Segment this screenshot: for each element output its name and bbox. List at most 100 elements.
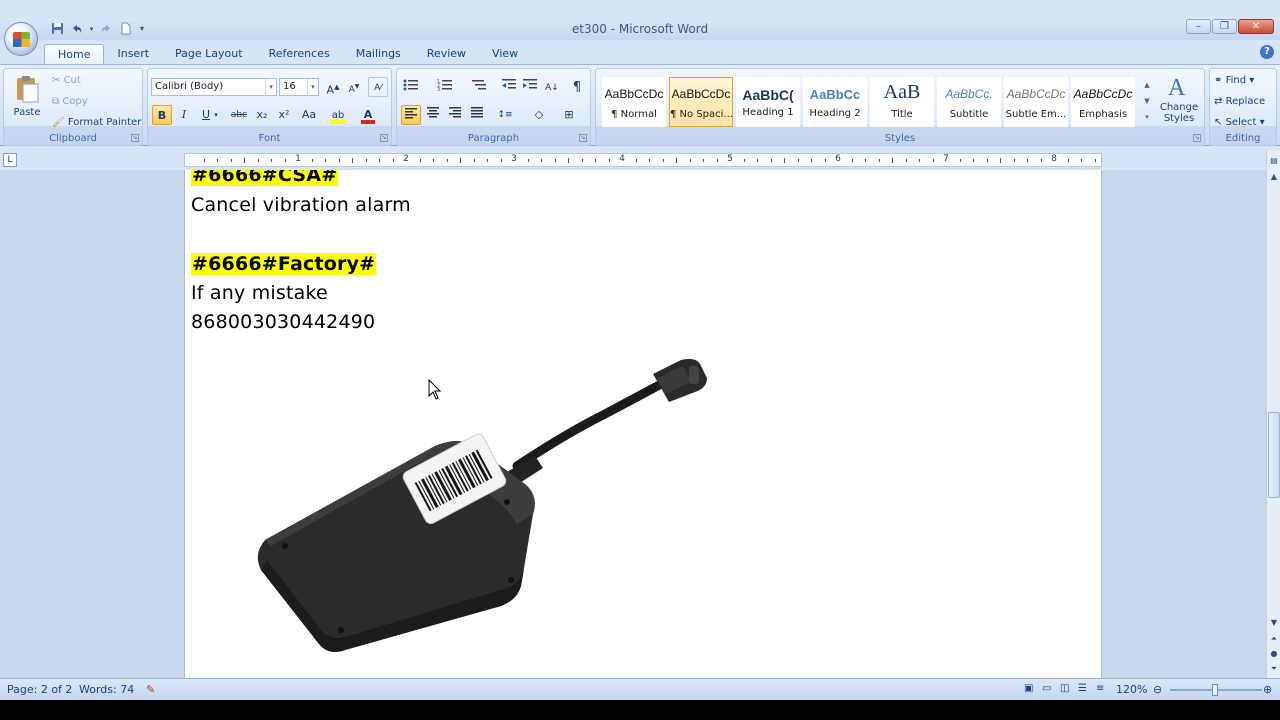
word-count[interactable]: Words: 74 [79, 683, 134, 696]
strikethrough-button[interactable]: abc [228, 105, 250, 125]
paragraph-launcher-icon[interactable]: ↘ [579, 134, 587, 142]
borders-button[interactable]: ⊞ [559, 105, 579, 125]
zoom-level[interactable]: 120% [1116, 683, 1147, 696]
paragraph-group-label: Paragraph [467, 133, 520, 144]
scroll-up-icon[interactable]: ▲ [1268, 170, 1280, 183]
office-button[interactable] [4, 22, 38, 56]
next-page-icon[interactable]: ⏷ [1268, 662, 1280, 675]
style-subtle-emphasis[interactable]: AaBbCcDc Subtle Em... [1004, 77, 1068, 127]
align-left-button[interactable] [401, 105, 421, 125]
multilevel-list-button[interactable] [469, 78, 489, 98]
tab-mailings[interactable]: Mailings [343, 44, 414, 65]
previous-page-icon[interactable]: ⏶ [1268, 632, 1280, 645]
screen-bottom-edge [0, 700, 1280, 720]
tab-home[interactable]: Home [44, 44, 105, 65]
clipboard-group-label: Clipboard [49, 133, 97, 144]
bullets-button[interactable] [401, 78, 421, 98]
full-screen-reading-view-icon[interactable]: ▭ [1042, 683, 1051, 694]
underline-dropdown-icon[interactable]: ▾ [212, 105, 220, 125]
find-button[interactable]: ⚭ Find ▾ [1214, 75, 1254, 86]
close-icon[interactable]: ✕ [1238, 19, 1274, 34]
paste-button[interactable]: Paste [8, 73, 46, 129]
font-launcher-icon[interactable]: ↘ [380, 134, 388, 142]
decrease-indent-button[interactable] [499, 78, 519, 98]
font-name-combo[interactable]: Calibri (Body) ▾ [151, 78, 277, 96]
cut-button[interactable]: ✂ Cut [52, 75, 81, 86]
select-button[interactable]: ↖ Select ▾ [1214, 117, 1265, 128]
draft-view-icon[interactable]: ≡ [1096, 683, 1104, 694]
style-preview: AaBbC( [742, 87, 794, 103]
zoom-out-icon[interactable]: ⊖ [1153, 683, 1162, 696]
style-heading-1[interactable]: AaBbC( Heading 1 [736, 77, 800, 127]
document-page[interactable]: #6666#CSA# Cancel vibration alarm #6666#… [184, 170, 1102, 678]
shading-button[interactable]: ◇ [529, 105, 549, 125]
font-size-combo[interactable]: 16 ▾ [279, 78, 319, 96]
browse-object-icon[interactable]: ● [1268, 647, 1280, 660]
align-right-button[interactable] [445, 105, 465, 125]
styles-launcher-icon[interactable]: ↘ [1193, 134, 1201, 142]
line-spacing-button[interactable]: ↕≡ [495, 105, 515, 125]
shrink-font-button[interactable]: A▼ [344, 77, 364, 97]
subscript-button[interactable]: x₂ [252, 105, 272, 125]
style-no-spacing[interactable]: AaBbCcDc ¶ No Spaci... [669, 77, 733, 127]
zoom-slider[interactable] [1170, 684, 1262, 696]
grow-font-button[interactable]: A▲ [323, 77, 343, 97]
style-title[interactable]: AaB Title [870, 77, 934, 127]
numbering-icon: 123 [437, 79, 452, 93]
font-group: Calibri (Body) ▾ 16 ▾ A▲ A▼ A⁄ B I U ▾ a… [147, 68, 392, 146]
style-heading-2[interactable]: AaBbCc Heading 2 [803, 77, 867, 127]
maximize-icon[interactable]: ❐ [1212, 19, 1237, 34]
sort-button[interactable]: A↓ [542, 78, 562, 98]
style-normal[interactable]: AaBbCcDc ¶ Normal [602, 77, 666, 127]
ruler-tick [257, 159, 259, 162]
tab-stop-selector-icon[interactable]: L [3, 153, 17, 167]
page-indicator[interactable]: Page: 2 of 2 [7, 683, 72, 696]
style-emphasis[interactable]: AaBbCcDc Emphasis [1071, 77, 1135, 127]
scroll-down-icon[interactable]: ▼ [1268, 616, 1280, 629]
ruler-tick [365, 159, 367, 162]
show-formatting-button[interactable]: ¶ [567, 78, 587, 98]
tab-page-layout[interactable]: Page Layout [162, 44, 256, 65]
proofing-icon[interactable]: ✎ [146, 683, 155, 696]
ruler-toggle-icon[interactable]: ▤ [1268, 154, 1280, 167]
zoom-slider-thumb[interactable] [1212, 684, 1218, 696]
tab-review[interactable]: Review [414, 44, 479, 65]
italic-button[interactable]: I [174, 105, 194, 125]
ruler-tick [649, 159, 650, 162]
increase-indent-button[interactable] [520, 78, 540, 98]
clear-formatting-button[interactable]: A⁄ [368, 77, 388, 97]
replace-button[interactable]: ⇄ Replace [1214, 96, 1265, 107]
ruler-tick [433, 159, 434, 162]
font-color-button[interactable]: A [358, 105, 378, 125]
editing-group: ⚭ Find ▾ ⇄ Replace ↖ Select ▾ Editing [1209, 68, 1277, 146]
superscript-button[interactable]: x² [274, 105, 294, 125]
horizontal-ruler[interactable]: 1 2 3 4 5 6 7 8 [184, 153, 1102, 167]
tab-insert[interactable]: Insert [104, 44, 162, 65]
bold-button[interactable]: B [152, 105, 172, 125]
ruler-tick [541, 159, 542, 162]
justify-button[interactable] [467, 105, 487, 125]
web-layout-view-icon[interactable]: ◫ [1060, 683, 1069, 694]
zoom-in-icon[interactable]: ⊕ [1263, 683, 1272, 696]
help-icon[interactable]: ? [1260, 45, 1274, 59]
gps-tracker-device-image[interactable] [245, 354, 725, 654]
tab-view[interactable]: View [479, 44, 531, 65]
ruler-tick [689, 159, 691, 162]
numbering-button[interactable]: 123 [435, 78, 455, 98]
tab-references[interactable]: References [256, 44, 343, 65]
vertical-scrollbar[interactable]: ▤ ▲ ▼ ⏶ ● ⏷ [1266, 150, 1280, 680]
styles-scroll[interactable]: ▲ ▼ ▾ [1141, 77, 1153, 127]
style-subtitle[interactable]: AaBbCc. Subtitle [937, 77, 1001, 127]
clipboard-launcher-icon[interactable]: ↘ [131, 134, 139, 142]
style-name: ¶ No Spaci... [670, 109, 732, 120]
highlight-color-button[interactable]: ab [328, 105, 348, 125]
scrollbar-thumb[interactable] [1268, 412, 1280, 498]
change-styles-button[interactable]: A Change Styles [1156, 73, 1202, 131]
format-painter-button[interactable]: 🖌 Format Painter [52, 117, 141, 128]
print-layout-view-icon[interactable]: ▣ [1024, 683, 1033, 694]
minimize-icon[interactable]: – [1186, 19, 1211, 34]
change-case-button[interactable]: Aa [298, 105, 320, 125]
outline-view-icon[interactable]: ☰ [1078, 683, 1087, 694]
copy-button[interactable]: ⧉ Copy [52, 96, 88, 107]
align-center-button[interactable] [423, 105, 443, 125]
